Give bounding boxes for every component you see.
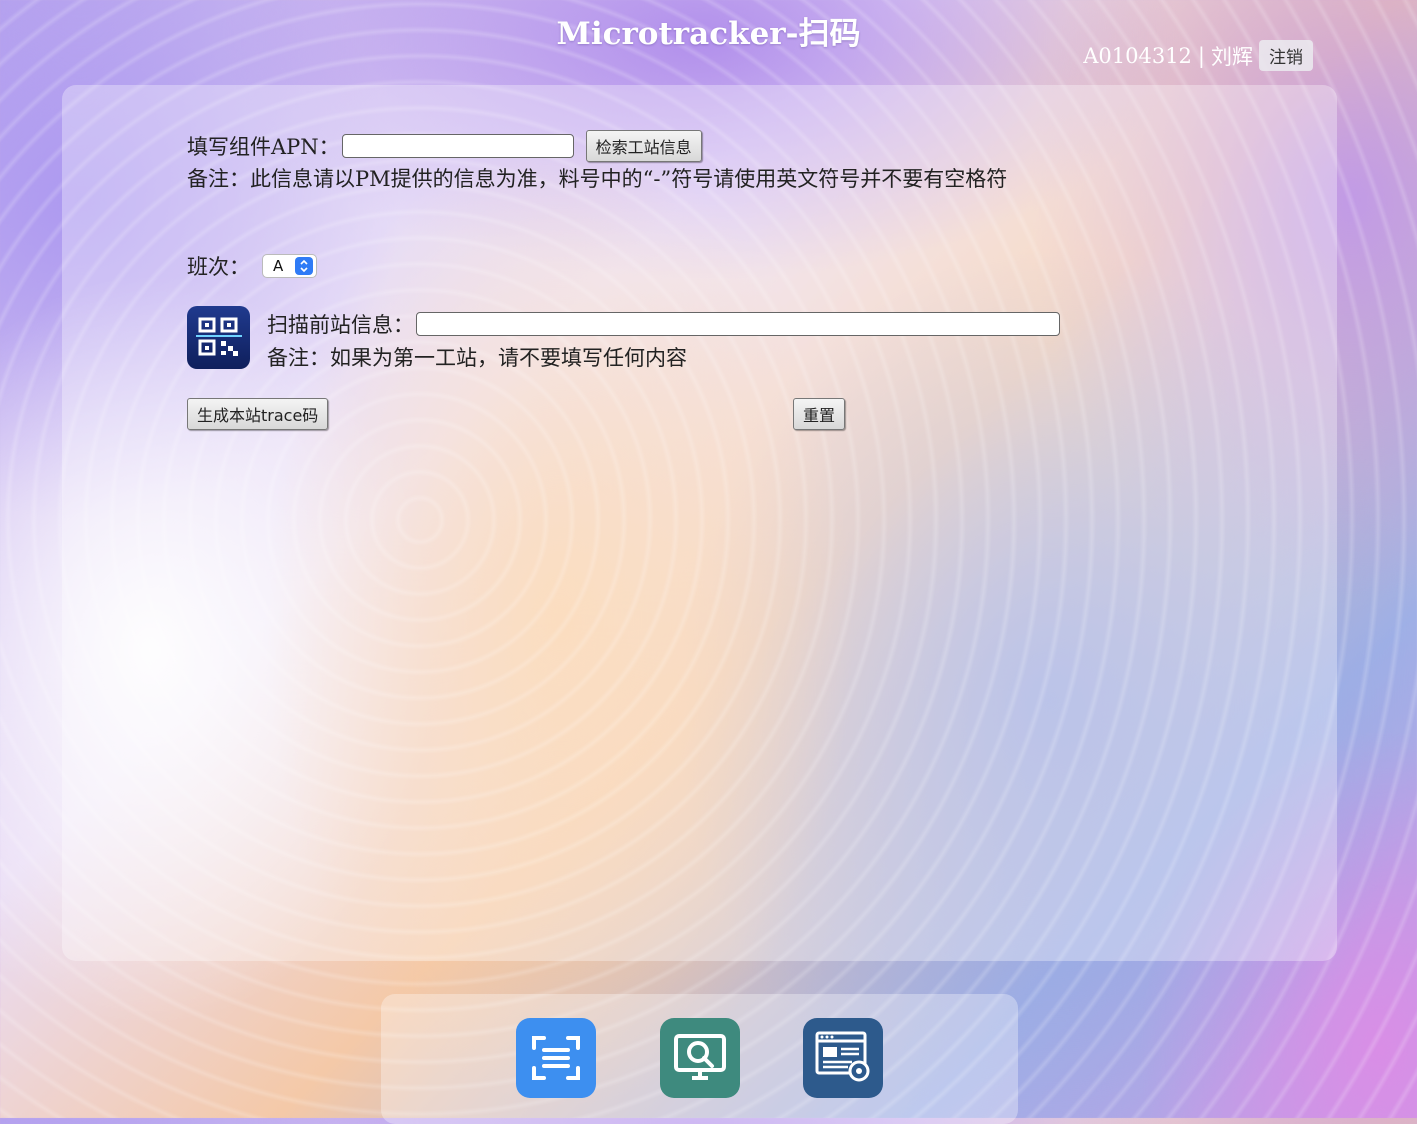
monitor-search-icon[interactable] [660,1018,740,1098]
shift-select[interactable]: A [262,254,317,278]
user-separator: | [1197,43,1205,68]
search-station-button[interactable]: 检索工站信息 [585,130,702,162]
reset-button[interactable]: 重置 [793,398,846,430]
user-bar: A0104312 | 刘辉 注销 [1083,40,1313,71]
scan-input[interactable] [416,312,1060,336]
main-panel: 填写组件APN： 检索工站信息 备注：此信息请以PM提供的信息为准，料号中的“-… [62,85,1337,961]
bottom-dock [381,994,1018,1124]
scan-icon[interactable] [516,1018,596,1098]
scan-row: 扫描前站信息： [267,309,1060,339]
logout-button[interactable]: 注销 [1259,40,1313,71]
settings-window-icon[interactable] [803,1018,883,1098]
apn-input[interactable] [341,134,574,158]
scan-label: 扫描前站信息： [267,313,414,337]
user-id: A0104312 [1083,43,1192,68]
scan-note: 备注：如果为第一工站，请不要填写任何内容 [267,346,687,370]
select-arrows-icon [295,257,313,275]
apn-note: 备注：此信息请以PM提供的信息为准，料号中的“-”符号请使用英文符号并不要有空格… [187,167,1008,191]
shift-selected-value: A [273,257,284,275]
shift-row: 班次： A [187,251,317,281]
qr-code-scan-icon[interactable] [187,306,250,369]
user-name: 刘辉 [1211,44,1253,69]
shift-label: 班次： [187,255,250,279]
apn-row: 填写组件APN： 检索工站信息 [187,130,702,162]
apn-label: 填写组件APN： [187,135,340,159]
generate-trace-button[interactable]: 生成本站trace码 [187,398,329,430]
